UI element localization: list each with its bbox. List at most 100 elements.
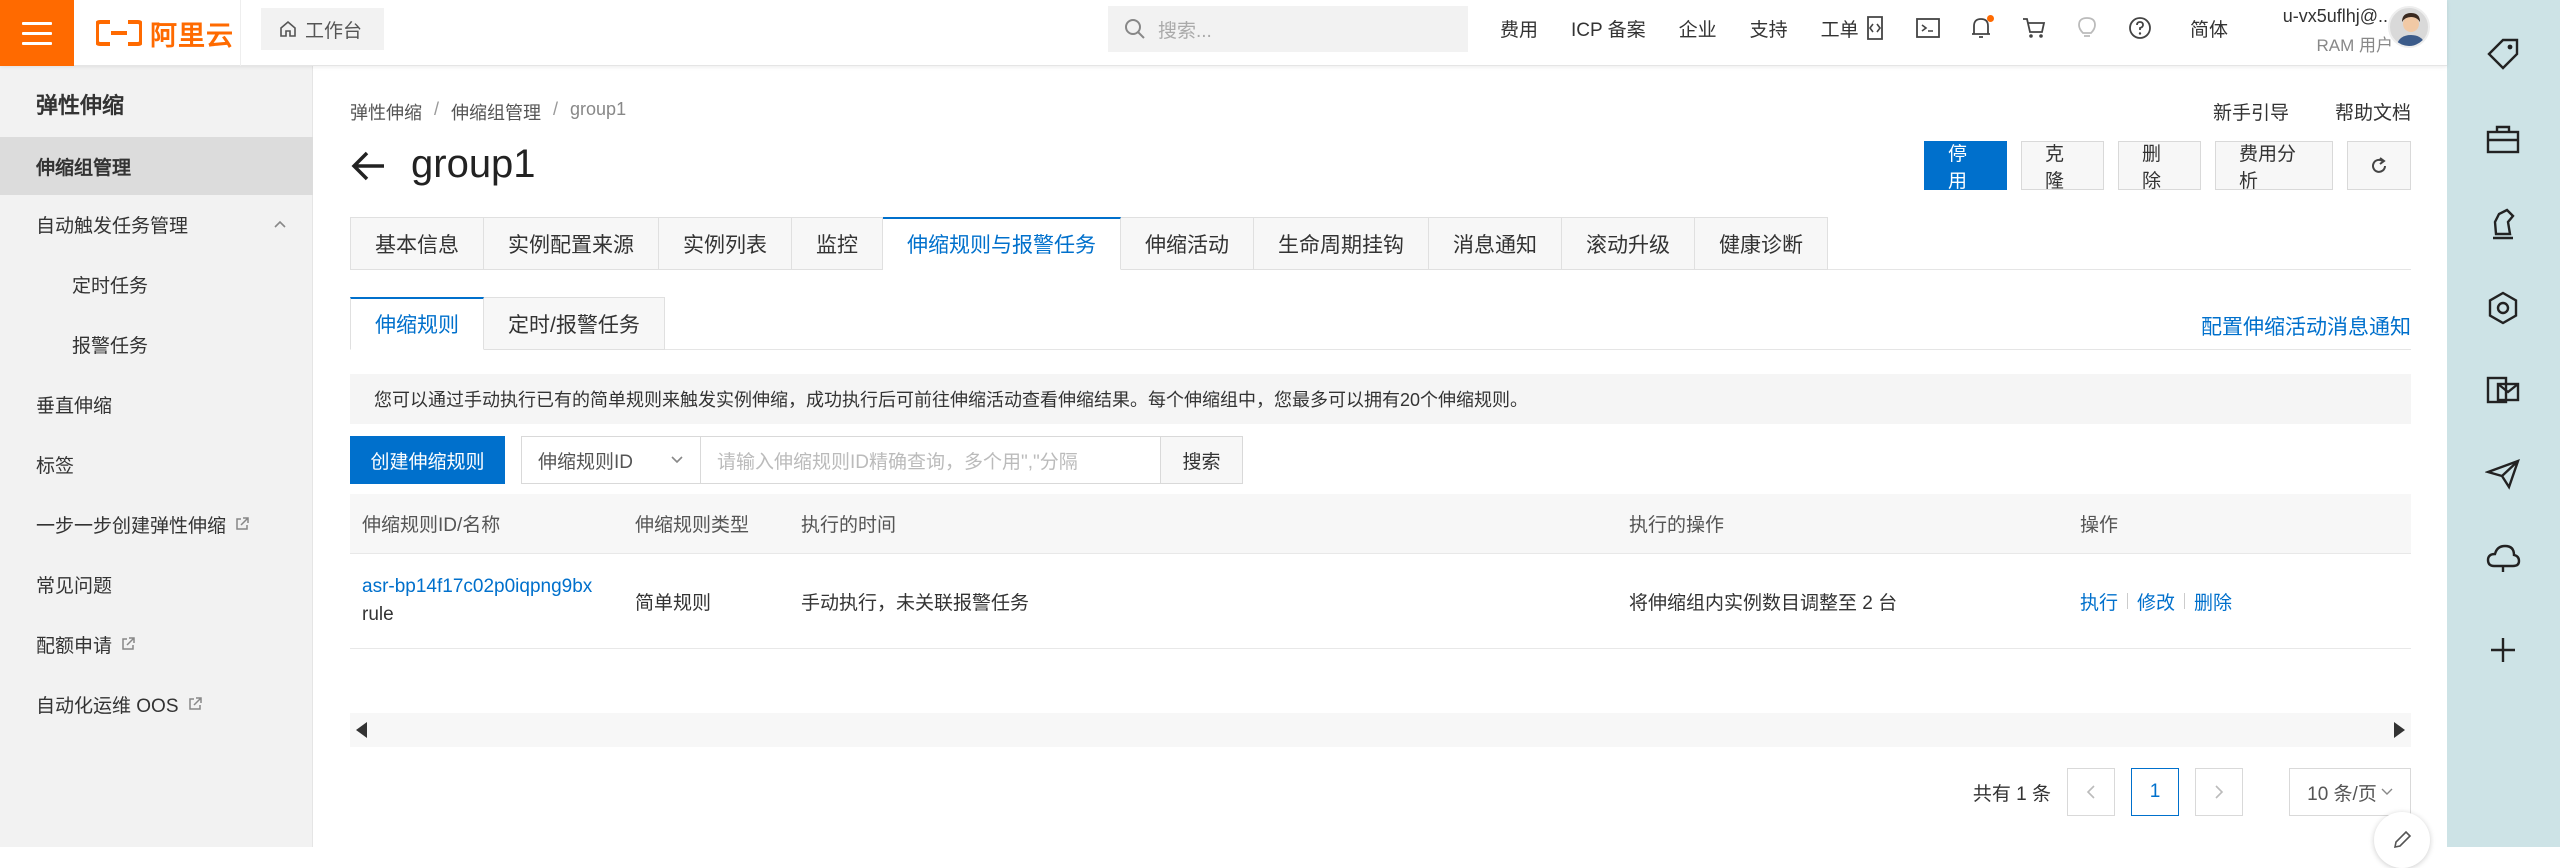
- tab-bar: 基本信息 实例配置来源 实例列表 监控 伸缩规则与报警任务 伸缩活动 生命周期挂…: [350, 217, 1828, 270]
- subtab-scheduled-alarm[interactable]: 定时/报警任务: [484, 297, 665, 350]
- sidebar-item-label: 配额申请: [36, 635, 113, 657]
- sidebar: 弹性伸缩 伸缩组管理 自动触发任务管理 定时任务 报警任务 垂直伸缩 标签 一步…: [0, 66, 313, 847]
- rule-type-cell: 简单规则: [635, 592, 712, 614]
- help-docs-link[interactable]: 帮助文档: [2335, 98, 2411, 125]
- tab-instance-list[interactable]: 实例列表: [659, 217, 792, 270]
- page-button-current[interactable]: 1: [2131, 768, 2179, 816]
- info-notice: 您可以通过手动执行已有的简单规则来触发实例伸缩，成功执行后可前往伸缩活动查看伸缩…: [350, 374, 2411, 424]
- nav-cost[interactable]: 费用: [1500, 15, 1538, 42]
- divider: [240, 0, 241, 66]
- sidebar-item-auto-tasks[interactable]: 自动触发任务管理: [0, 195, 313, 253]
- prev-page-button[interactable]: [2067, 768, 2115, 816]
- language-switch[interactable]: 简体: [2190, 15, 2228, 42]
- breadcrumb-item[interactable]: 伸缩组管理: [451, 99, 541, 125]
- sidebar-item-alarm-tasks[interactable]: 报警任务: [0, 315, 313, 373]
- workbench-button[interactable]: 工作台: [261, 8, 384, 50]
- cart-icon[interactable]: [2021, 15, 2047, 41]
- nav-ticket[interactable]: 工单: [1821, 15, 1859, 42]
- page-title: group1: [411, 142, 536, 186]
- code-icon[interactable]: [1862, 15, 1888, 41]
- cost-analysis-button[interactable]: 费用分析: [2215, 141, 2333, 192]
- tab-monitoring[interactable]: 监控: [792, 217, 883, 270]
- next-page-button[interactable]: [2195, 768, 2243, 816]
- subtab-scaling-rules[interactable]: 伸缩规则: [350, 297, 484, 350]
- column-header: 执行的操作: [1629, 515, 1725, 536]
- clone-button[interactable]: 克隆: [2021, 141, 2104, 192]
- edit-link[interactable]: 修改: [2137, 588, 2175, 615]
- notification-dot: [1987, 15, 1994, 22]
- cloud-icon[interactable]: [2483, 538, 2523, 578]
- top-icons: [1862, 0, 2153, 56]
- scroll-left-icon[interactable]: [356, 722, 367, 738]
- scroll-right-icon[interactable]: [2394, 722, 2405, 738]
- aliyun-logo[interactable]: 阿里云: [96, 15, 234, 51]
- nav-enterprise[interactable]: 企业: [1679, 15, 1717, 42]
- sidebar-item-quota[interactable]: 配额申请: [0, 615, 313, 673]
- tab-notifications[interactable]: 消息通知: [1429, 217, 1562, 270]
- tab-rolling-upgrade[interactable]: 滚动升级: [1562, 217, 1695, 270]
- feedback-edit-button[interactable]: [2374, 812, 2430, 868]
- lightbulb-icon[interactable]: [2074, 15, 2100, 41]
- sidebar-item-tags[interactable]: 标签: [0, 435, 313, 493]
- terminal-icon[interactable]: [1915, 15, 1941, 41]
- chess-icon[interactable]: [2483, 204, 2523, 244]
- tab-health-diagnosis[interactable]: 健康诊断: [1695, 217, 1828, 270]
- disable-button[interactable]: 停用: [1924, 141, 2007, 192]
- bell-icon[interactable]: [1968, 15, 1994, 41]
- column-header: 操作: [2080, 515, 2119, 536]
- tab-scaling-activity[interactable]: 伸缩活动: [1121, 217, 1254, 270]
- tab-instance-config[interactable]: 实例配置来源: [484, 217, 659, 270]
- sidebar-item-oos[interactable]: 自动化运维 OOS: [0, 675, 313, 733]
- send-icon[interactable]: [2483, 454, 2523, 494]
- filter-toolbar: 创建伸缩规则 伸缩规则ID 请输入伸缩规则ID精确查询，多个用","分隔 搜索: [350, 436, 1243, 484]
- delete-button[interactable]: 删除: [2118, 141, 2201, 192]
- tab-scaling-rules[interactable]: 伸缩规则与报警任务: [883, 217, 1121, 270]
- back-arrow-icon[interactable]: [349, 146, 389, 186]
- aliyun-logo-mark: [96, 20, 142, 46]
- execute-link[interactable]: 执行: [2080, 588, 2118, 615]
- breadcrumb-item[interactable]: 弹性伸缩: [350, 99, 422, 125]
- plus-icon[interactable]: [2483, 630, 2523, 670]
- notice-text: 您可以通过手动执行已有的简单规则来触发实例伸缩，成功执行后可前往伸缩活动查看伸缩…: [374, 390, 1529, 410]
- tag-icon[interactable]: [2483, 34, 2523, 74]
- beginner-guide-link[interactable]: 新手引导: [2213, 98, 2289, 125]
- global-search-input[interactable]: 搜索...: [1108, 6, 1468, 52]
- help-icon[interactable]: [2127, 15, 2153, 41]
- sidebar-item-scaling-group[interactable]: 伸缩组管理: [0, 137, 313, 195]
- menu-icon[interactable]: [0, 0, 74, 66]
- mail-sync-icon[interactable]: [2483, 370, 2523, 410]
- filter-field-select[interactable]: 伸缩规则ID: [521, 436, 701, 484]
- main-content: 弹性伸缩 / 伸缩组管理 / group1 新手引导 帮助文档 group1 停…: [313, 66, 2447, 847]
- sidebar-item-faq[interactable]: 常见问题: [0, 555, 313, 613]
- tab-lifecycle-hooks[interactable]: 生命周期挂钩: [1254, 217, 1429, 270]
- user-name: u-vx5uflhj@...: [2282, 6, 2393, 26]
- delete-link[interactable]: 删除: [2194, 588, 2232, 615]
- sidebar-item-vertical-scaling[interactable]: 垂直伸缩: [0, 375, 313, 433]
- create-rule-button[interactable]: 创建伸缩规则: [350, 436, 505, 484]
- sidebar-item-scheduled-tasks[interactable]: 定时任务: [0, 255, 313, 313]
- sidebar-item-step-by-step[interactable]: 一步一步创建弹性伸缩: [0, 495, 313, 553]
- user-info[interactable]: u-vx5uflhj@... RAM 用户: [2255, 6, 2393, 56]
- horizontal-scrollbar[interactable]: [350, 713, 2411, 747]
- rule-id-search-input[interactable]: 请输入伸缩规则ID精确查询，多个用","分隔: [701, 436, 1161, 484]
- hexagon-icon[interactable]: [2483, 288, 2523, 328]
- nav-icp[interactable]: ICP 备案: [1571, 15, 1646, 42]
- tab-basic-info[interactable]: 基本信息: [350, 217, 484, 270]
- rule-id-link[interactable]: asr-bp14f17c02p0iqpng9bx: [362, 576, 635, 598]
- chevron-down-icon: [2381, 788, 2393, 795]
- refresh-button[interactable]: [2347, 141, 2411, 190]
- help-links: 新手引导 帮助文档: [2213, 98, 2411, 125]
- rule-id-cell: asr-bp14f17c02p0iqpng9bx rule: [350, 576, 635, 626]
- config-notification-link[interactable]: 配置伸缩活动消息通知: [2201, 311, 2411, 341]
- external-link-icon: [188, 697, 202, 710]
- divider: [2127, 593, 2129, 609]
- toolbox-icon[interactable]: [2483, 120, 2523, 160]
- external-link-icon: [236, 517, 249, 530]
- page-size-select[interactable]: 10 条/页: [2289, 768, 2411, 816]
- logo-text: 阿里云: [150, 20, 234, 51]
- search-button[interactable]: 搜索: [1161, 436, 1243, 484]
- breadcrumb-separator: /: [434, 99, 440, 119]
- avatar[interactable]: [2388, 6, 2430, 48]
- nav-support[interactable]: 支持: [1750, 15, 1788, 42]
- exec-time-cell: 手动执行，未关联报警任务: [801, 592, 1030, 614]
